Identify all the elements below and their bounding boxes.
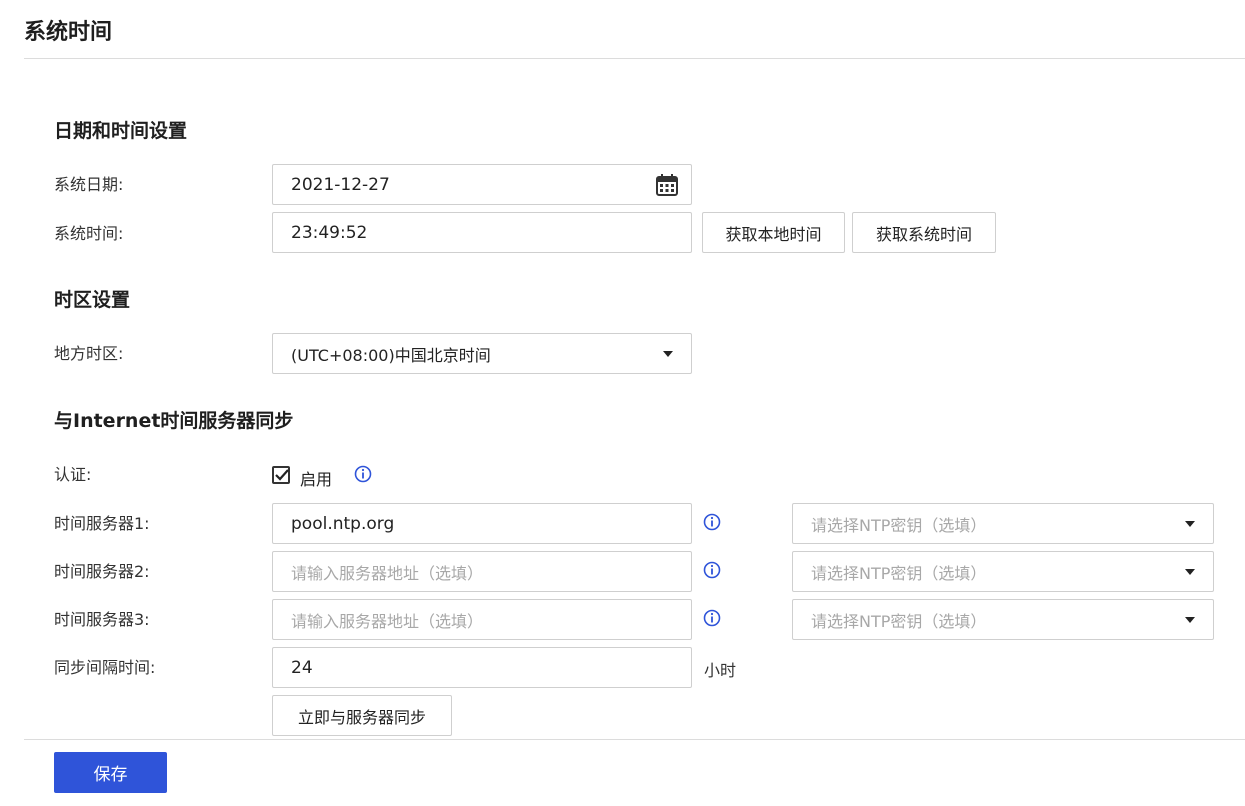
section-title-timezone: 时区设置 [54, 289, 131, 311]
ntp-server-3-label: 时间服务器3: [54, 610, 150, 629]
sync-interval-unit: 小时 [704, 661, 737, 680]
ntp-key-1-select[interactable]: 请选择NTP密钥（选填） [792, 503, 1214, 544]
ntp-server-3-placeholder: 请输入服务器地址（选填） [291, 611, 484, 631]
ntp-key-2-select[interactable]: 请选择NTP密钥（选填） [792, 551, 1214, 592]
get-system-time-button[interactable]: 获取系统时间 [852, 212, 996, 253]
system-time-field[interactable]: 23:49:52 [272, 212, 692, 253]
footer-divider [24, 739, 1245, 740]
chevron-down-icon [663, 351, 673, 357]
auth-enable-checkbox[interactable] [272, 466, 290, 484]
info-icon[interactable] [703, 609, 721, 627]
ntp-key-1-placeholder: 请选择NTP密钥（选填） [811, 515, 987, 535]
sync-interval-value: 24 [291, 657, 313, 678]
ntp-key-3-select[interactable]: 请选择NTP密钥（选填） [792, 599, 1214, 640]
timezone-select[interactable]: (UTC+08:00)中国北京时间 [272, 333, 692, 374]
sync-interval-label: 同步间隔时间: [54, 658, 156, 677]
auth-label: 认证: [54, 465, 92, 484]
info-icon[interactable] [703, 513, 721, 531]
check-icon [275, 469, 289, 481]
ntp-server-2-input[interactable]: 请输入服务器地址（选填） [272, 551, 692, 592]
chevron-down-icon [1185, 569, 1195, 575]
sync-interval-input[interactable]: 24 [272, 647, 692, 688]
ntp-server-2-label: 时间服务器2: [54, 562, 150, 581]
ntp-server-1-value: pool.ntp.org [291, 513, 395, 534]
ntp-key-2-placeholder: 请选择NTP密钥（选填） [811, 563, 987, 583]
ntp-server-2-placeholder: 请输入服务器地址（选填） [291, 563, 484, 583]
sync-now-button[interactable]: 立即与服务器同步 [272, 695, 452, 736]
system-date-value: 2021-12-27 [291, 174, 390, 195]
system-time-value: 23:49:52 [291, 222, 368, 243]
ntp-server-3-input[interactable]: 请输入服务器地址（选填） [272, 599, 692, 640]
info-icon[interactable] [703, 561, 721, 579]
ntp-server-1-label: 时间服务器1: [54, 514, 150, 533]
system-date-label: 系统日期: [54, 175, 124, 194]
timezone-label: 地方时区: [54, 344, 124, 363]
save-button[interactable]: 保存 [54, 752, 167, 793]
ntp-key-3-placeholder: 请选择NTP密钥（选填） [811, 611, 987, 631]
system-date-field[interactable]: 2021-12-27 [272, 164, 692, 205]
system-time-label: 系统时间: [54, 224, 124, 243]
get-local-time-button[interactable]: 获取本地时间 [702, 212, 845, 253]
chevron-down-icon [1185, 521, 1195, 527]
calendar-icon[interactable] [655, 173, 679, 197]
title-divider [24, 58, 1245, 59]
ntp-server-1-input[interactable]: pool.ntp.org [272, 503, 692, 544]
section-title-datetime: 日期和时间设置 [54, 120, 188, 142]
chevron-down-icon [1185, 617, 1195, 623]
page-title: 系统时间 [24, 20, 113, 45]
timezone-value: (UTC+08:00)中国北京时间 [291, 345, 491, 365]
auth-enable-label: 启用 [300, 470, 333, 489]
info-icon[interactable] [354, 465, 372, 483]
section-title-ntp: 与Internet时间服务器同步 [54, 410, 294, 432]
